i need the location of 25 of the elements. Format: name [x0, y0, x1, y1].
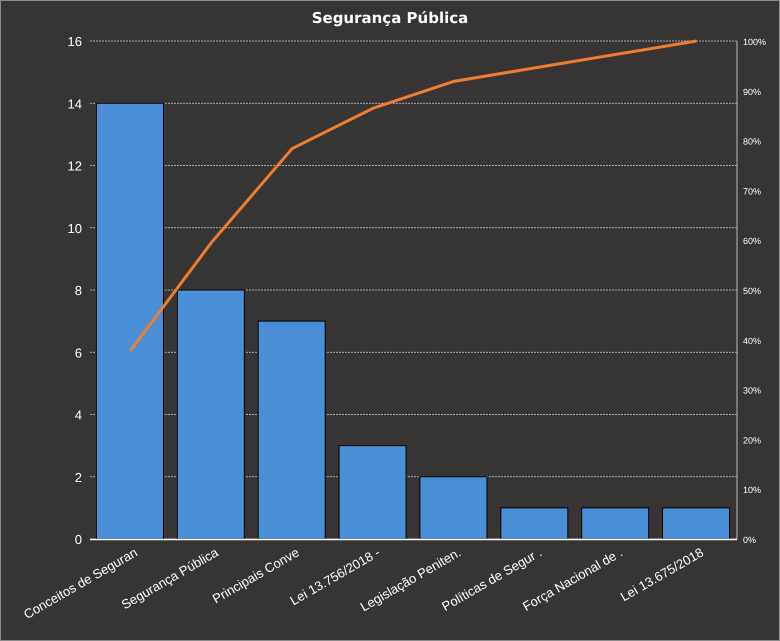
- axis-tick-label: 16: [68, 34, 82, 49]
- axis-tick-label: 40%: [743, 336, 762, 346]
- axis-tick-label: 0: [74, 532, 82, 547]
- bar: [662, 507, 730, 540]
- bar: [581, 507, 650, 540]
- axis-tick-label: 10%: [743, 485, 762, 496]
- axis-tick-label: 14: [68, 96, 82, 112]
- axis-tick-label: 12: [68, 158, 82, 174]
- axis-tick-label: 30%: [743, 386, 762, 396]
- axis-tick-label: 90%: [743, 86, 762, 97]
- axis-tick-label: 4: [74, 408, 82, 422]
- axis-tick-label: 100%: [743, 37, 766, 47]
- chart-title: Segurança Pública: [312, 9, 468, 27]
- axis-tick-label: 20%: [743, 435, 762, 446]
- bar: [500, 507, 568, 540]
- axis-tick-label: 70%: [743, 186, 762, 196]
- axis-tick-label: 0%: [743, 535, 756, 545]
- axis-tick-label: 10: [68, 220, 82, 236]
- axis-tick-label: 60%: [743, 236, 762, 246]
- bar: [419, 476, 488, 540]
- axis-tick-label: 6: [74, 345, 82, 360]
- axis-tick-label: 8: [74, 283, 82, 298]
- axis-tick-label: 2: [74, 470, 82, 485]
- axis-tick-label: 50%: [743, 286, 762, 296]
- axis-tick-label: 80%: [743, 136, 762, 147]
